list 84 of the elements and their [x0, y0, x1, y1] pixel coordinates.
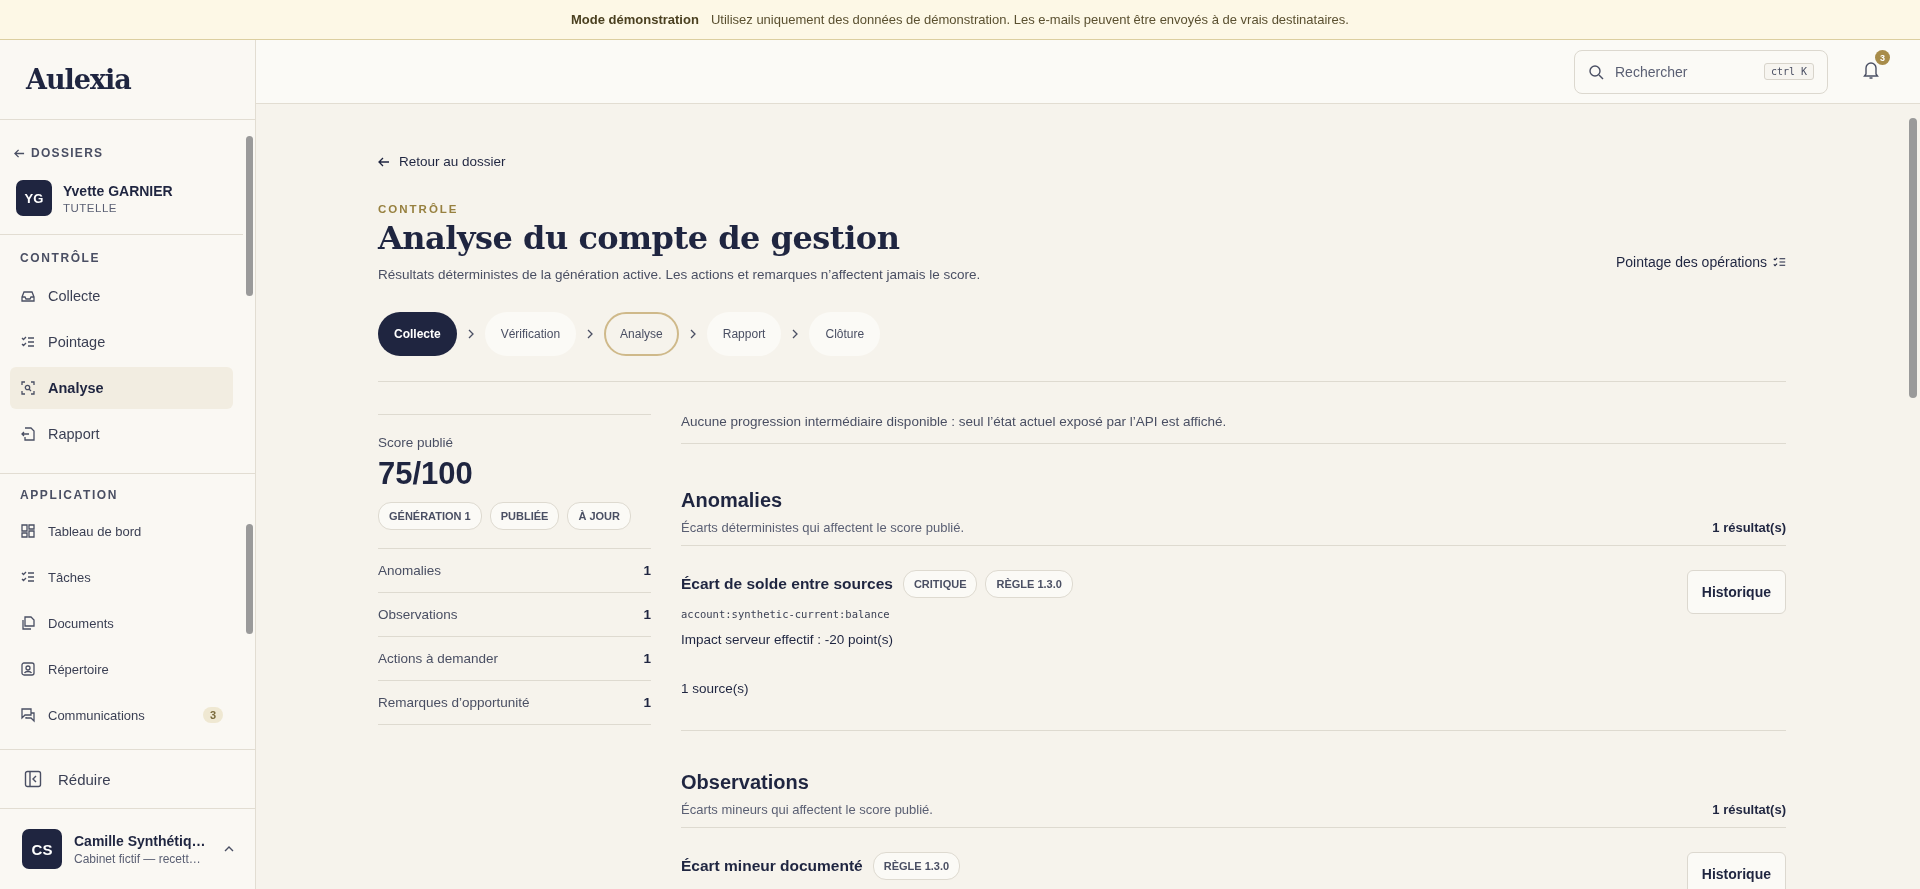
checklist-icon [20, 334, 36, 350]
status-tag: À JOUR [567, 502, 631, 530]
count-value: 1 [643, 563, 651, 578]
count-badge: 3 [202, 707, 223, 723]
count-label: Anomalies [378, 563, 442, 578]
score-label: Score publié [378, 435, 455, 450]
nav-item[interactable]: Documents [10, 602, 233, 644]
scan-icon [20, 380, 36, 396]
step-tab[interactable]: Vérification [484, 312, 577, 356]
back-link[interactable]: DOSSIERS [10, 120, 233, 180]
score-value: 75/100 [378, 456, 474, 492]
step-tab[interactable]: Collecte [378, 312, 457, 356]
section-title: Anomalies [681, 489, 784, 512]
status-tag: PUBLIÉE [489, 502, 560, 530]
nav-item[interactable]: Pointage [10, 321, 233, 363]
chevron-right-icon [791, 329, 800, 339]
result-count: 1 résultat(s) [1712, 802, 1786, 817]
demo-mode-message: Utilisez uniquement des données de démonstration. Les e-mails peuvent être envoyés à de vrais destinataires. [710, 12, 1349, 27]
grid-icon [20, 523, 36, 539]
finding-title: Écart de solde entre sources [681, 575, 893, 593]
page-title: Analyse du compte de gestion [378, 219, 901, 257]
notification-count: 3 [1875, 50, 1890, 65]
user-menu[interactable]: CS Camille Synthétiq… Cabinet fictif — recett… [0, 809, 255, 889]
history-button[interactable]: Historique [1686, 570, 1786, 614]
reconciliation-link[interactable]: Pointage des opérations [1616, 254, 1786, 270]
bell-icon [1862, 60, 1880, 80]
inbox-icon [20, 288, 36, 304]
nav-item[interactable]: Tâches [10, 556, 233, 598]
client-role: TUTELLE [63, 201, 118, 214]
back-link[interactable]: Retour au dossier [378, 154, 1786, 169]
chevron-right-icon [466, 329, 475, 339]
step-tab[interactable]: Clôture [809, 312, 881, 356]
user-avatar: CS [22, 829, 62, 869]
finding-tag: RÈGLE 1.3.0 [872, 852, 961, 880]
chat-bubbles-icon [20, 707, 36, 723]
finding-tag: CRITIQUE [902, 570, 978, 598]
search-icon [1588, 63, 1604, 80]
result-count: 1 résultat(s) [1712, 520, 1786, 535]
finding-sources: 1 source(s) [681, 681, 750, 696]
demo-mode-title: Mode démonstration [571, 12, 699, 27]
user-organization: Cabinet fictif — recett… [74, 851, 202, 866]
count-label: Actions à demander [378, 651, 499, 666]
arrow-left-icon [378, 155, 390, 168]
checklist-icon [20, 569, 36, 585]
logo[interactable]: Aulexia [26, 64, 131, 95]
count-value: 1 [643, 651, 651, 666]
page-subtitle: Résultats déterministes de la génération active. Les actions et remarques n’affectent jamais le score. [378, 267, 981, 282]
client-avatar: YG [16, 180, 52, 216]
section-title: APPLICATION [19, 487, 120, 504]
finding-impact: Impact serveur effectif : -20 point(s) [681, 632, 895, 647]
nav-item[interactable]: Communications 3 [10, 694, 233, 736]
count-label: Observations [378, 607, 458, 622]
client-name: Yvette GARNIER [63, 182, 173, 199]
count-value: 1 [643, 607, 651, 622]
chevron-right-icon [586, 329, 595, 339]
nav-item[interactable]: Répertoire [10, 648, 233, 690]
status-tag: GÉNÉRATION 1 [378, 502, 482, 530]
user-name: Camille Synthétiq… [74, 832, 206, 849]
section-title: CONTRÔLE [19, 249, 102, 267]
documents-icon [20, 615, 36, 631]
finding-code: account:synthetic-current:balance [681, 608, 891, 620]
notice-text: Aucune progression intermédiaire disponible : seul l’état actuel exposé par l’API est affiché. [681, 414, 1786, 444]
nav-item[interactable]: Analyse [10, 367, 233, 409]
step-tab[interactable]: Rapport [706, 312, 782, 356]
document-arrow-icon [20, 426, 36, 442]
arrow-left-icon [14, 147, 25, 159]
section-description: Écarts déterministes qui affectent le score publié. [681, 520, 965, 535]
page-eyebrow: CONTRÔLE [378, 203, 460, 215]
step-tab[interactable]: Analyse [604, 312, 679, 356]
count-value: 1 [643, 695, 651, 710]
section-title: Observations [681, 771, 810, 794]
checklist-icon [1773, 256, 1786, 268]
finding-tag: RÈGLE 1.3.0 [985, 570, 1073, 598]
finding-title: Écart mineur documenté [681, 857, 863, 875]
collapse-button[interactable]: Réduire [0, 750, 255, 809]
contact-card-icon [20, 661, 36, 677]
count-label: Remarques d’opportunité [378, 695, 530, 710]
nav-item[interactable]: Rapport [10, 413, 233, 455]
section-description: Écarts mineurs qui affectent le score publié. [681, 802, 933, 817]
nav-item[interactable]: Collecte [10, 275, 233, 317]
chevron-right-icon [688, 329, 697, 339]
history-button[interactable]: Historique [1686, 852, 1786, 889]
nav-item[interactable]: Tableau de bord [10, 510, 233, 552]
collapse-icon [24, 770, 42, 788]
